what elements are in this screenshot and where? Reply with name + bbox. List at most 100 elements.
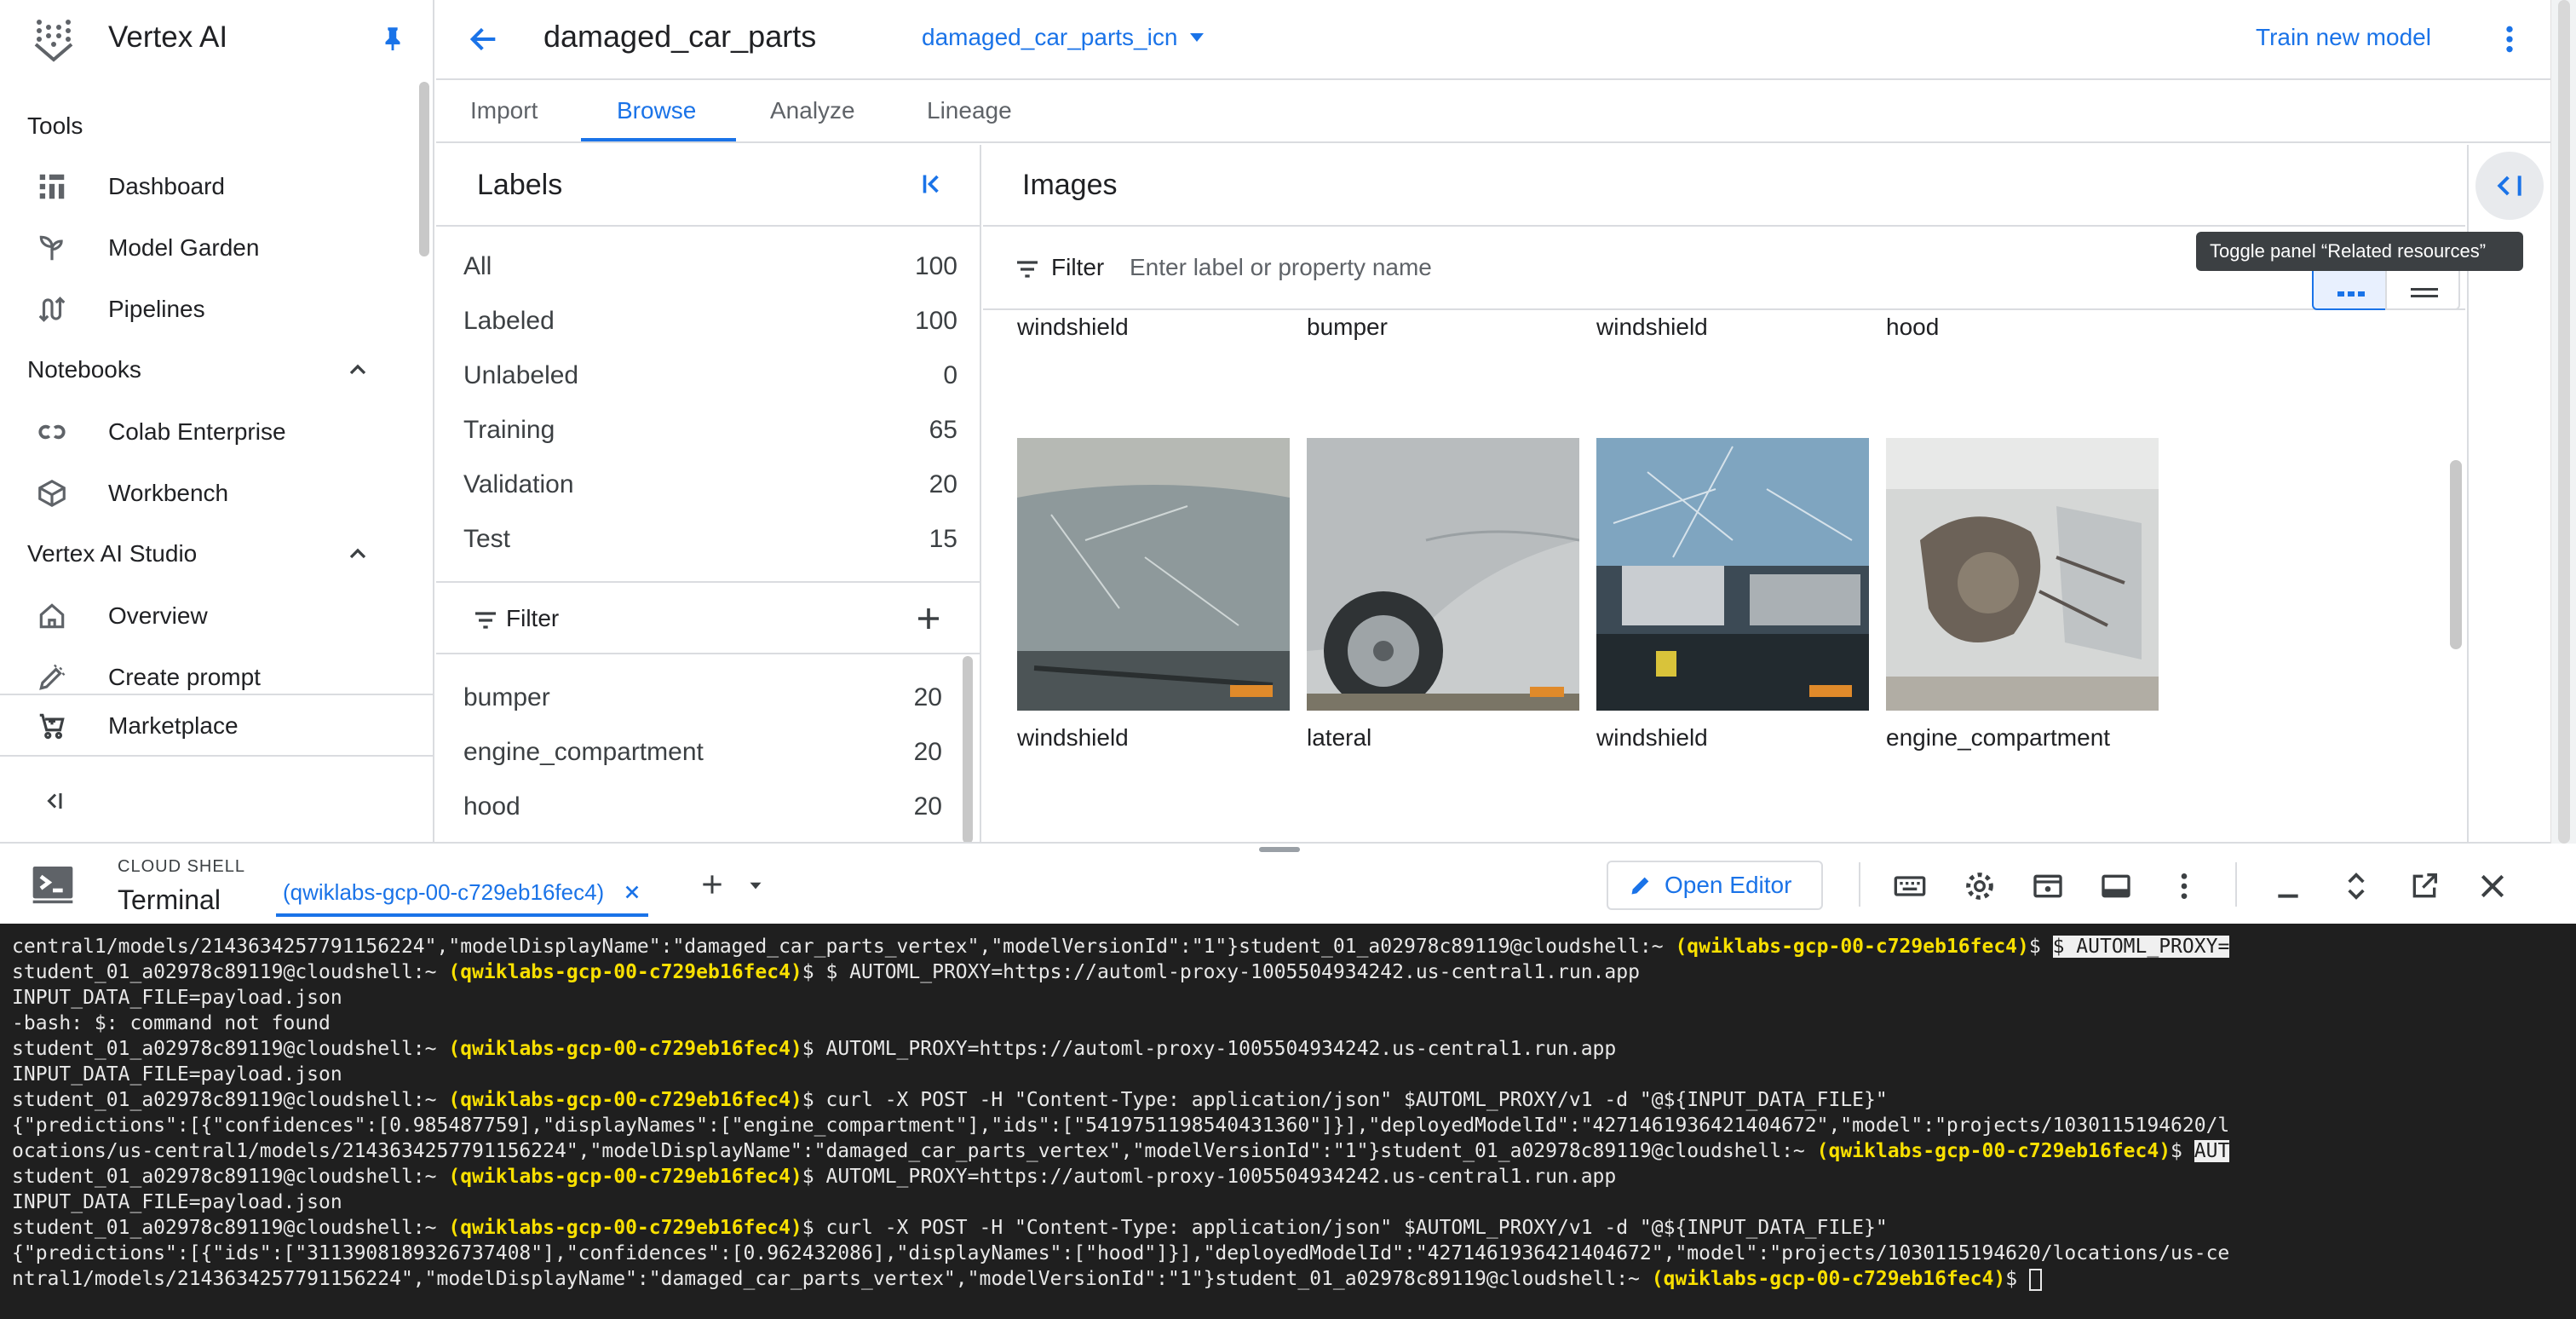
back-arrow-icon[interactable]	[467, 22, 501, 56]
train-new-model-button[interactable]: Train new model	[2256, 24, 2431, 51]
dataset-select-value: damaged_car_parts_icn	[922, 24, 1178, 50]
nav-scroll-area: Tools Dashboard Model Garden Pipelines N…	[0, 82, 434, 695]
label-count-row[interactable]: Validation 20	[463, 458, 957, 513]
terminal-line: central1/models/2143634257791156224","mo…	[12, 934, 2564, 959]
label-name: bumper	[463, 683, 550, 711]
tab-browse[interactable]: Browse	[617, 97, 696, 124]
label-value: 20	[913, 792, 942, 821]
terminal-line: -bash: $: command not found	[12, 1012, 331, 1034]
terminal-text: $ curl -X POST -H "Content-Type: applica…	[802, 1089, 1888, 1111]
image-thumbnail-windshield[interactable]	[1017, 438, 1290, 711]
label-count-row[interactable]: Labeled 100	[463, 295, 957, 349]
terminal-prompt: student_01_a02978c89119@cloudshell:~	[12, 1166, 437, 1188]
tab-lineage[interactable]: Lineage	[927, 97, 1012, 124]
close-tab-icon[interactable]	[623, 883, 641, 901]
open-editor-button[interactable]: Open Editor	[1607, 861, 1823, 910]
labels-filter-bar[interactable]: Filter	[436, 581, 980, 654]
terminal-text: central1/models/2143634257791156224","mo…	[12, 936, 1676, 958]
nav-section-vertex-ai-studio: Vertex AI Studio	[27, 540, 198, 567]
sidebar-item-pipelines[interactable]: Pipelines	[0, 281, 417, 337]
label-count-row[interactable]: Test 15	[463, 513, 957, 567]
chevron-up-icon[interactable]	[344, 540, 371, 567]
dataset-select[interactable]: damaged_car_parts_icn	[922, 24, 1205, 51]
cloud-shell-label: CLOUD SHELL	[118, 857, 245, 876]
pin-icon[interactable]	[378, 24, 407, 53]
dropdown-arrow-icon	[1190, 33, 1205, 42]
collapse-panel-icon[interactable]	[918, 169, 949, 199]
open-new-window-icon[interactable]	[2407, 869, 2441, 903]
more-vert-icon[interactable]	[2493, 22, 2527, 56]
terminal-project: (qwiklabs-gcp-00-c729eb16fec4)	[448, 1089, 802, 1111]
label-count-row[interactable]: bumper 20	[463, 671, 942, 726]
keyboard-icon[interactable]	[1893, 869, 1927, 903]
layout-icon[interactable]	[2099, 869, 2133, 903]
label-count-row[interactable]: engine_compartment 20	[463, 726, 942, 780]
terminal-text: $ curl -X POST -H "Content-Type: applica…	[802, 1217, 1888, 1239]
sidebar-item-marketplace[interactable]: Marketplace	[0, 694, 433, 757]
terminal-output[interactable]: central1/models/2143634257791156224","mo…	[0, 924, 2576, 1319]
terminal-text: ocations/us-central1/models/214363425779…	[12, 1140, 1817, 1162]
terminal-project: (qwiklabs-gcp-00-c729eb16fec4)	[448, 1038, 802, 1060]
add-tab-icon[interactable]	[699, 871, 726, 898]
image-thumbnail-windshield[interactable]	[1596, 438, 1869, 711]
left-navigation: Vertex AI Tools Dashboard Model Garden P…	[0, 0, 434, 844]
add-icon[interactable]	[913, 603, 944, 634]
labels-panel-header: Labels	[436, 145, 980, 227]
images-scrollbar[interactable]	[2450, 460, 2462, 649]
active-tab-indicator	[581, 138, 736, 141]
image-label: lateral	[1307, 724, 1372, 751]
expand-icon[interactable]	[2339, 869, 2373, 903]
sidebar-item-create-prompt[interactable]: Create prompt	[0, 649, 417, 695]
chevron-up-icon[interactable]	[344, 356, 371, 383]
tab-dropdown-icon[interactable]	[745, 874, 767, 896]
toggle-related-resources-button[interactable]	[2475, 152, 2544, 220]
collapse-nav-icon[interactable]	[37, 786, 68, 816]
count-name: Unlabeled	[463, 361, 579, 389]
sidebar-item-colab-enterprise[interactable]: Colab Enterprise	[0, 404, 417, 460]
terminal-text: $ $ AUTOML_PROXY=https://automl-proxy-10…	[802, 961, 1640, 983]
labels-scrollbar[interactable]	[963, 656, 973, 844]
page-scrollbar-thumb[interactable]	[2558, 0, 2570, 844]
label-count-row[interactable]: Unlabeled 0	[463, 349, 957, 404]
sidebar-item-model-garden[interactable]: Model Garden	[0, 220, 417, 276]
sidebar-item-label: Colab Enterprise	[108, 418, 286, 445]
image-thumbnail-engine-compartment[interactable]	[1886, 438, 2159, 711]
more-vert-icon[interactable]	[2167, 869, 2201, 903]
terminal-prompt: student_01_a02978c89119@cloudshell:~	[12, 1217, 437, 1239]
colab-icon	[38, 424, 66, 440]
count-name: Training	[463, 416, 555, 444]
terminal-prompt: student_01_a02978c89119@cloudshell:~	[12, 1089, 437, 1111]
sidebar-item-dashboard[interactable]: Dashboard	[0, 158, 417, 215]
filter-label: Filter	[1051, 254, 1105, 280]
pencil-icon	[1631, 877, 1649, 895]
terminal-text: $	[2028, 936, 2053, 958]
sidebar-item-overview[interactable]: Overview	[0, 588, 417, 644]
close-icon[interactable]	[2475, 869, 2510, 903]
minimize-icon[interactable]	[2271, 869, 2305, 903]
nav-scrollbar[interactable]	[419, 82, 429, 256]
page-scrollbar[interactable]	[2550, 0, 2576, 844]
label-count-row[interactable]: hood 20	[463, 780, 942, 835]
web-preview-icon[interactable]	[2031, 869, 2065, 903]
terminal-line: {"predictions":[{"ids":["311390818932673…	[12, 1242, 2230, 1264]
image-label: windshield	[1596, 314, 1708, 340]
terminal-text: $ AUTOML_PROXY=https://automl-proxy-1005…	[802, 1038, 1617, 1060]
sidebar-item-label: Pipelines	[108, 296, 205, 322]
terminal-tab[interactable]: (qwiklabs-gcp-00-c729eb16fec4)	[276, 874, 649, 917]
label-value: 20	[913, 738, 942, 766]
filter-input[interactable]: Enter label or property name	[1130, 254, 1432, 281]
label-count-row[interactable]: All 100	[463, 240, 957, 295]
image-thumbnail-lateral[interactable]	[1307, 438, 1579, 711]
images-panel-header: Images	[983, 145, 2465, 227]
tab-analyze[interactable]: Analyze	[770, 97, 855, 124]
count-value: 65	[929, 416, 957, 444]
pipelines-icon	[38, 297, 66, 322]
resize-handle[interactable]	[1259, 847, 1300, 852]
label-count-row[interactable]: Training 65	[463, 404, 957, 458]
sidebar-item-workbench[interactable]: Workbench	[0, 465, 417, 521]
terminal-project: (qwiklabs-gcp-00-c729eb16fec4)	[448, 1217, 802, 1239]
terminal-text: $	[2171, 1140, 2194, 1162]
labels-panel: Labels All 100 Labeled 100 Unlabeled 0 Trai…	[436, 145, 981, 844]
tab-import[interactable]: Import	[470, 97, 538, 124]
settings-gear-icon[interactable]	[1963, 869, 1997, 903]
